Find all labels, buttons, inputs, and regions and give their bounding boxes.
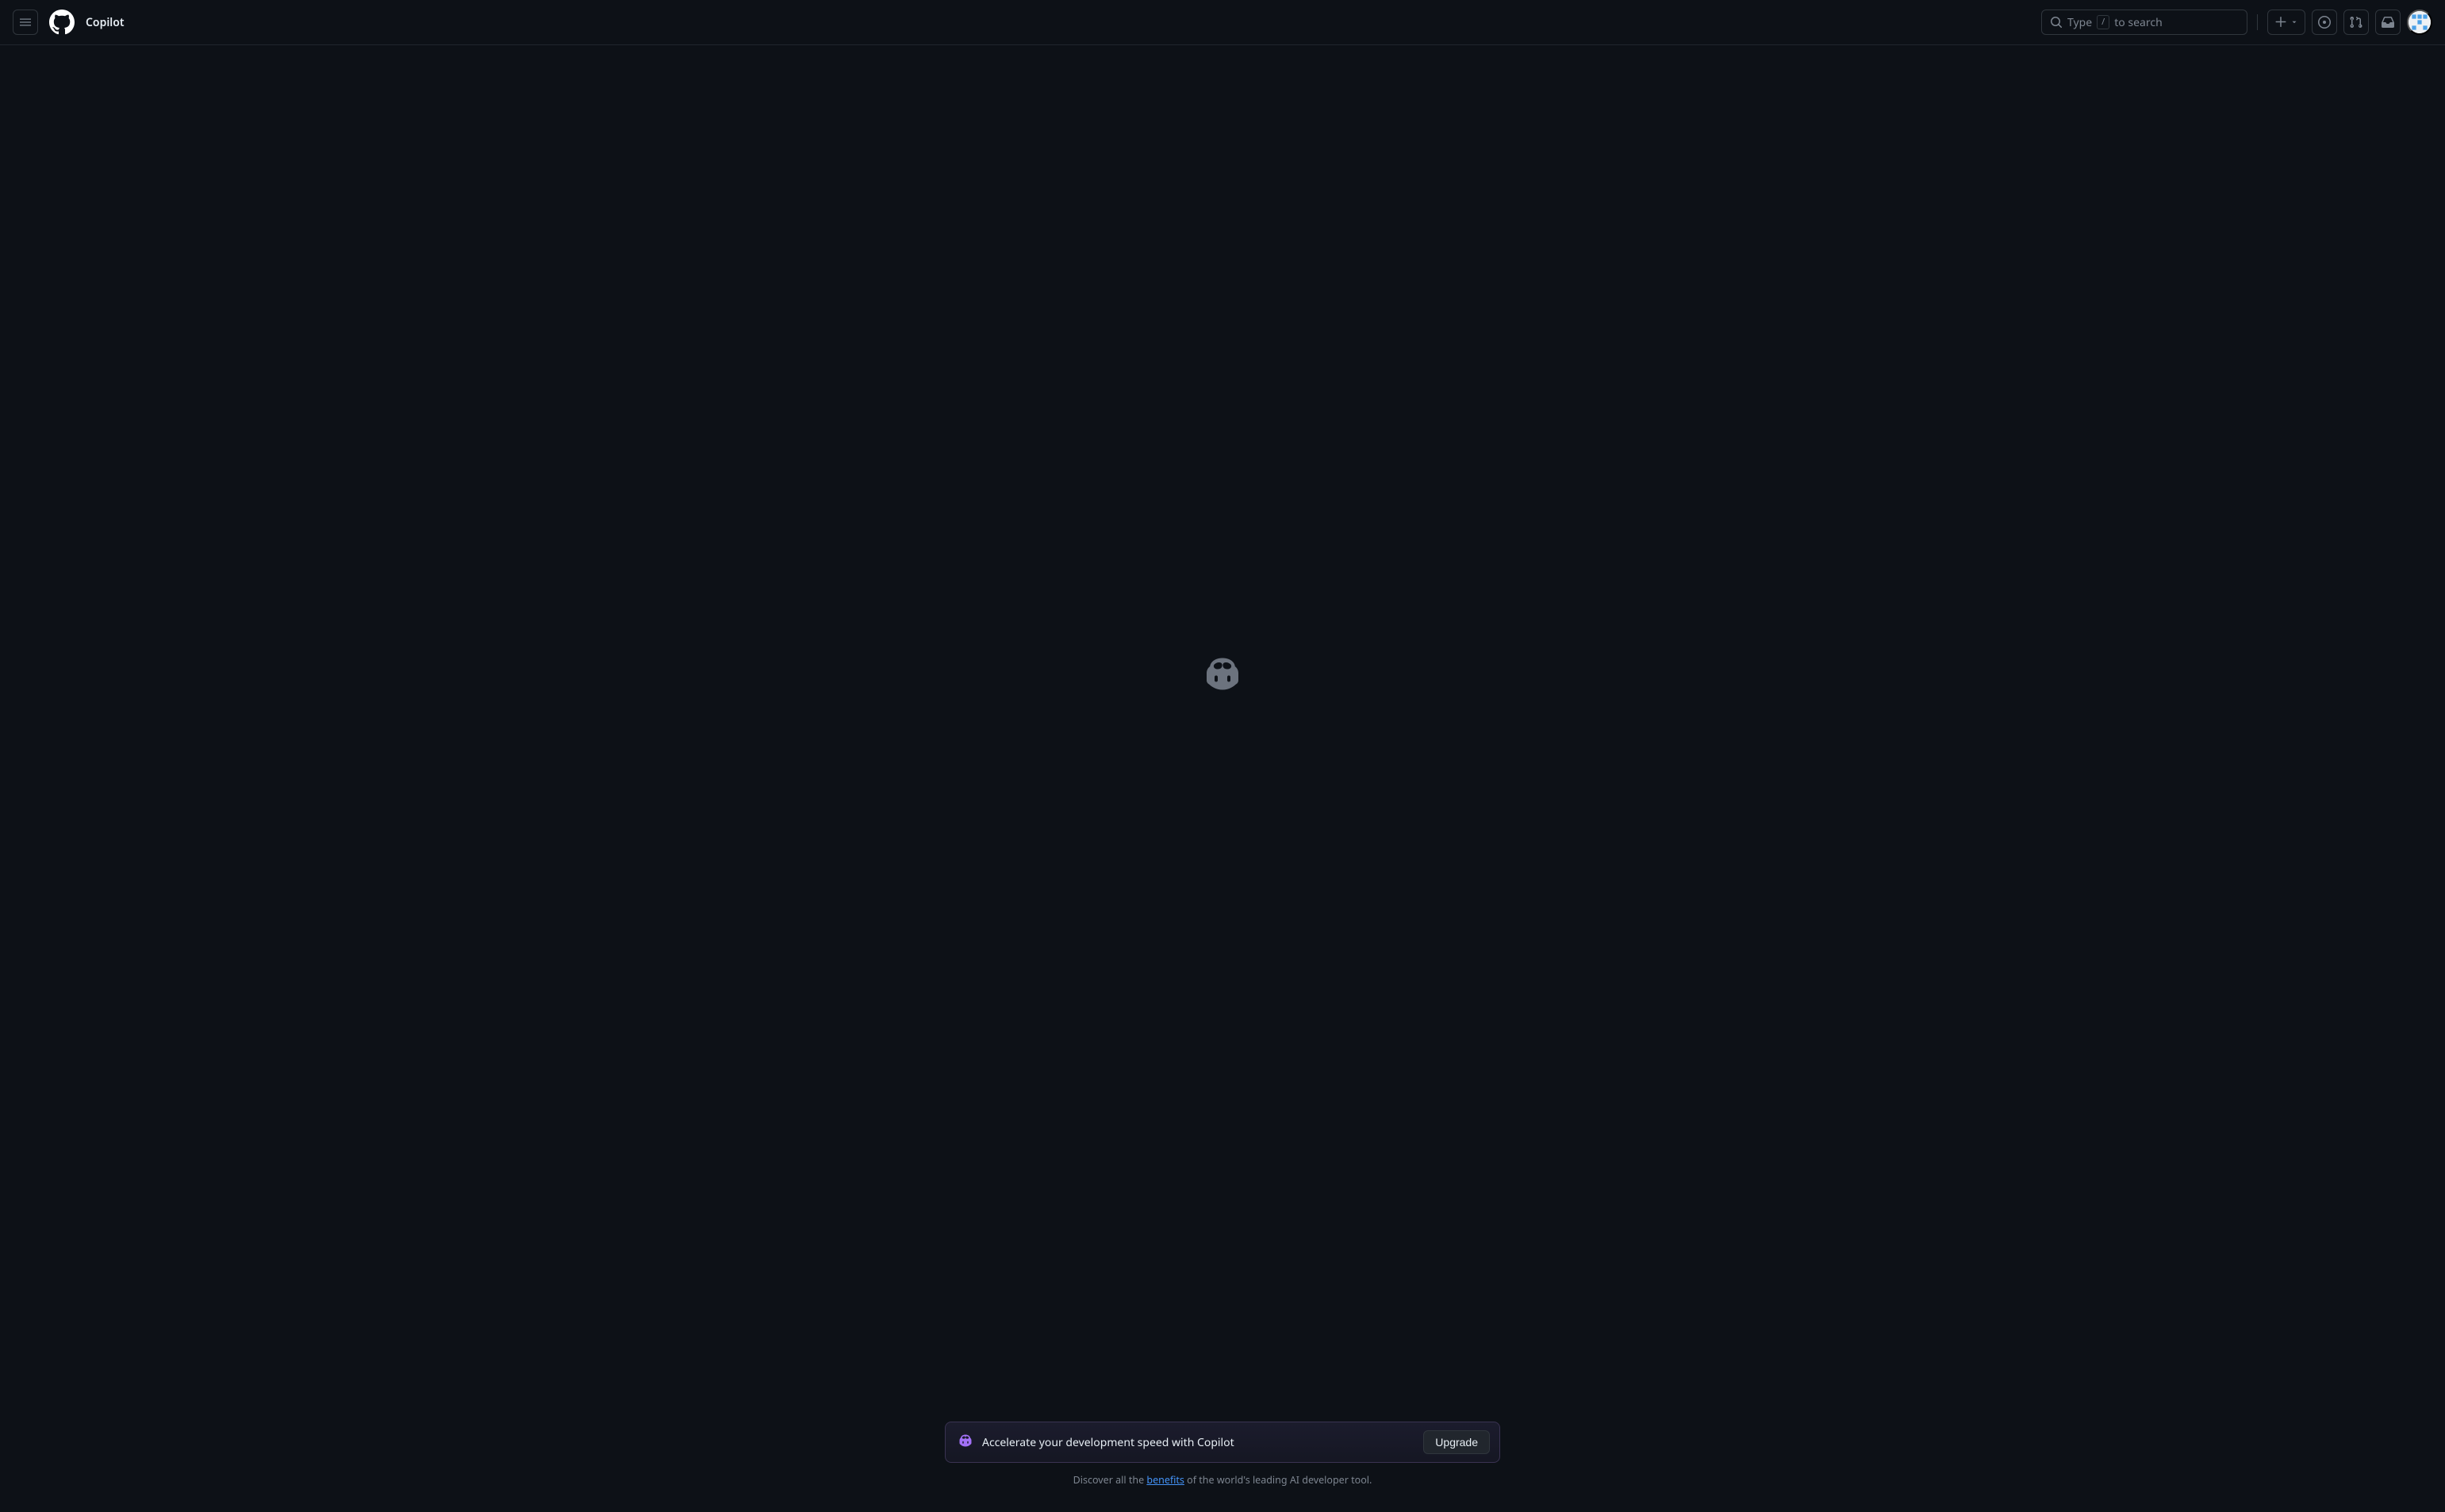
plus-icon <box>2274 16 2287 29</box>
user-avatar-button[interactable] <box>2407 10 2432 35</box>
inbox-icon <box>2382 16 2394 29</box>
issues-button[interactable] <box>2312 10 2337 35</box>
upgrade-button[interactable]: Upgrade <box>1423 1430 1490 1454</box>
page-title: Copilot <box>86 15 125 30</box>
hamburger-icon <box>19 16 32 29</box>
search-icon <box>2050 16 2063 29</box>
search-shortcut: / <box>2097 15 2109 29</box>
issue-opened-icon <box>2318 16 2331 29</box>
github-logo-link[interactable] <box>49 10 75 35</box>
pull-requests-button[interactable] <box>2343 10 2369 35</box>
footer-prefix: Discover all the <box>1073 1473 1147 1487</box>
user-avatar-icon <box>2409 10 2431 35</box>
search-prefix: Type <box>2067 15 2092 30</box>
hamburger-menu-button[interactable] <box>13 10 38 35</box>
copilot-icon <box>958 1433 973 1452</box>
search-input[interactable]: Type / to search <box>2041 10 2247 35</box>
divider <box>2257 14 2258 30</box>
search-suffix: to search <box>2114 15 2163 30</box>
header-right: Type / to search <box>2041 10 2432 35</box>
create-new-button[interactable] <box>2267 10 2305 35</box>
footer-suffix: of the world's leading AI developer tool… <box>1184 1473 1372 1487</box>
header: Copilot Type / to search <box>0 0 2445 45</box>
promo-text: Accelerate your development speed with C… <box>982 1435 1234 1450</box>
git-pull-request-icon <box>2350 16 2362 29</box>
github-logo-icon <box>49 10 75 35</box>
benefits-link[interactable]: benefits <box>1146 1473 1184 1487</box>
notifications-button[interactable] <box>2375 10 2401 35</box>
footer-text: Discover all the benefits of the world's… <box>1073 1473 1372 1487</box>
copilot-loading-icon <box>1203 655 1242 697</box>
chevron-down-icon <box>2290 18 2298 26</box>
header-left: Copilot <box>13 10 125 35</box>
main-content: Accelerate your development speed with C… <box>0 45 2445 1512</box>
upgrade-promo-card: Accelerate your development speed with C… <box>945 1422 1500 1463</box>
promo-left: Accelerate your development speed with C… <box>958 1433 1234 1452</box>
